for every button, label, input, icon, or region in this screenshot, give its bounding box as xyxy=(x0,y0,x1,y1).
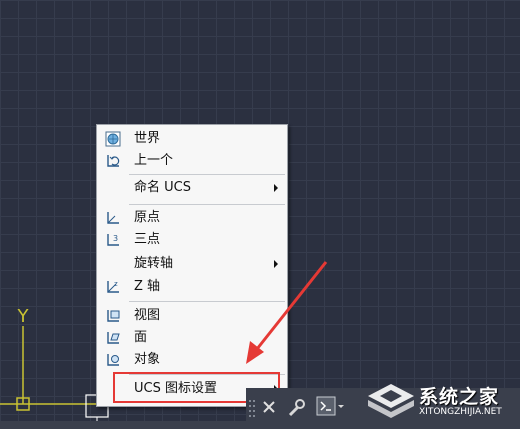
menu-item-object[interactable]: 对象 xyxy=(98,349,286,371)
menu-item-z-axis[interactable]: z Z 轴 xyxy=(98,276,286,298)
submenu-arrow-icon xyxy=(274,184,278,192)
three-point-ucs-icon: 3 xyxy=(107,234,119,246)
watermark-title: 系统之家 xyxy=(419,386,500,408)
z-axis-ucs-icon: z xyxy=(107,280,119,293)
watermark-logo-icon xyxy=(368,384,414,418)
object-ucs-icon xyxy=(107,354,119,366)
menu-item-label: 三点 xyxy=(134,232,161,247)
menu-item-label: 旋转轴 xyxy=(134,256,174,271)
toolbar-grip-icon[interactable] xyxy=(248,398,256,420)
command-prompt-icon[interactable] xyxy=(316,396,344,418)
menu-item-label: 上一个 xyxy=(134,153,174,168)
menu-item-rotate-axis[interactable]: 旋转轴 xyxy=(98,253,286,275)
menu-item-three-point[interactable]: 3 三点 xyxy=(98,229,286,251)
wrench-icon[interactable] xyxy=(286,398,306,418)
world-ucs-icon xyxy=(105,131,121,147)
face-ucs-icon xyxy=(107,332,120,344)
watermark: 系统之家 XITONGZHIJIA.NET xyxy=(364,378,520,426)
menu-separator xyxy=(129,301,285,302)
svg-text:3: 3 xyxy=(113,234,118,243)
menu-item-label: 命名 UCS xyxy=(134,180,191,195)
ucs-context-menu: 世界 上一个 命名 UCS 原点 3 三点 旋转轴 z Z 轴 视图 面 对象 … xyxy=(96,124,288,407)
menu-item-origin[interactable]: 原点 xyxy=(98,207,286,229)
menu-item-view[interactable]: 视图 xyxy=(98,305,286,327)
menu-item-face[interactable]: 面 xyxy=(98,327,286,349)
close-icon[interactable] xyxy=(262,400,276,414)
menu-item-world[interactable]: 世界 xyxy=(98,128,286,150)
ucs-y-label: Y xyxy=(17,306,30,327)
menu-item-previous[interactable]: 上一个 xyxy=(98,150,286,172)
submenu-arrow-icon xyxy=(274,260,278,268)
status-strip xyxy=(0,421,246,429)
watermark-url: XITONGZHIJIA.NET xyxy=(419,407,502,417)
menu-separator xyxy=(129,204,285,205)
menu-item-label: Z 轴 xyxy=(134,279,161,294)
menu-item-named-ucs[interactable]: 命名 UCS xyxy=(98,177,286,199)
origin-ucs-icon xyxy=(107,212,119,224)
menu-item-label: 世界 xyxy=(134,131,161,146)
menu-item-label: UCS 图标设置 xyxy=(134,381,217,396)
menu-separator xyxy=(129,174,285,175)
menu-item-label: 面 xyxy=(134,330,148,345)
menu-item-label: 视图 xyxy=(134,308,161,323)
menu-item-label: 原点 xyxy=(134,210,161,225)
menu-item-label: 对象 xyxy=(134,352,161,367)
svg-text:z: z xyxy=(114,280,118,288)
menu-separator xyxy=(129,374,285,375)
view-ucs-icon xyxy=(107,310,120,322)
previous-ucs-icon xyxy=(107,155,120,167)
